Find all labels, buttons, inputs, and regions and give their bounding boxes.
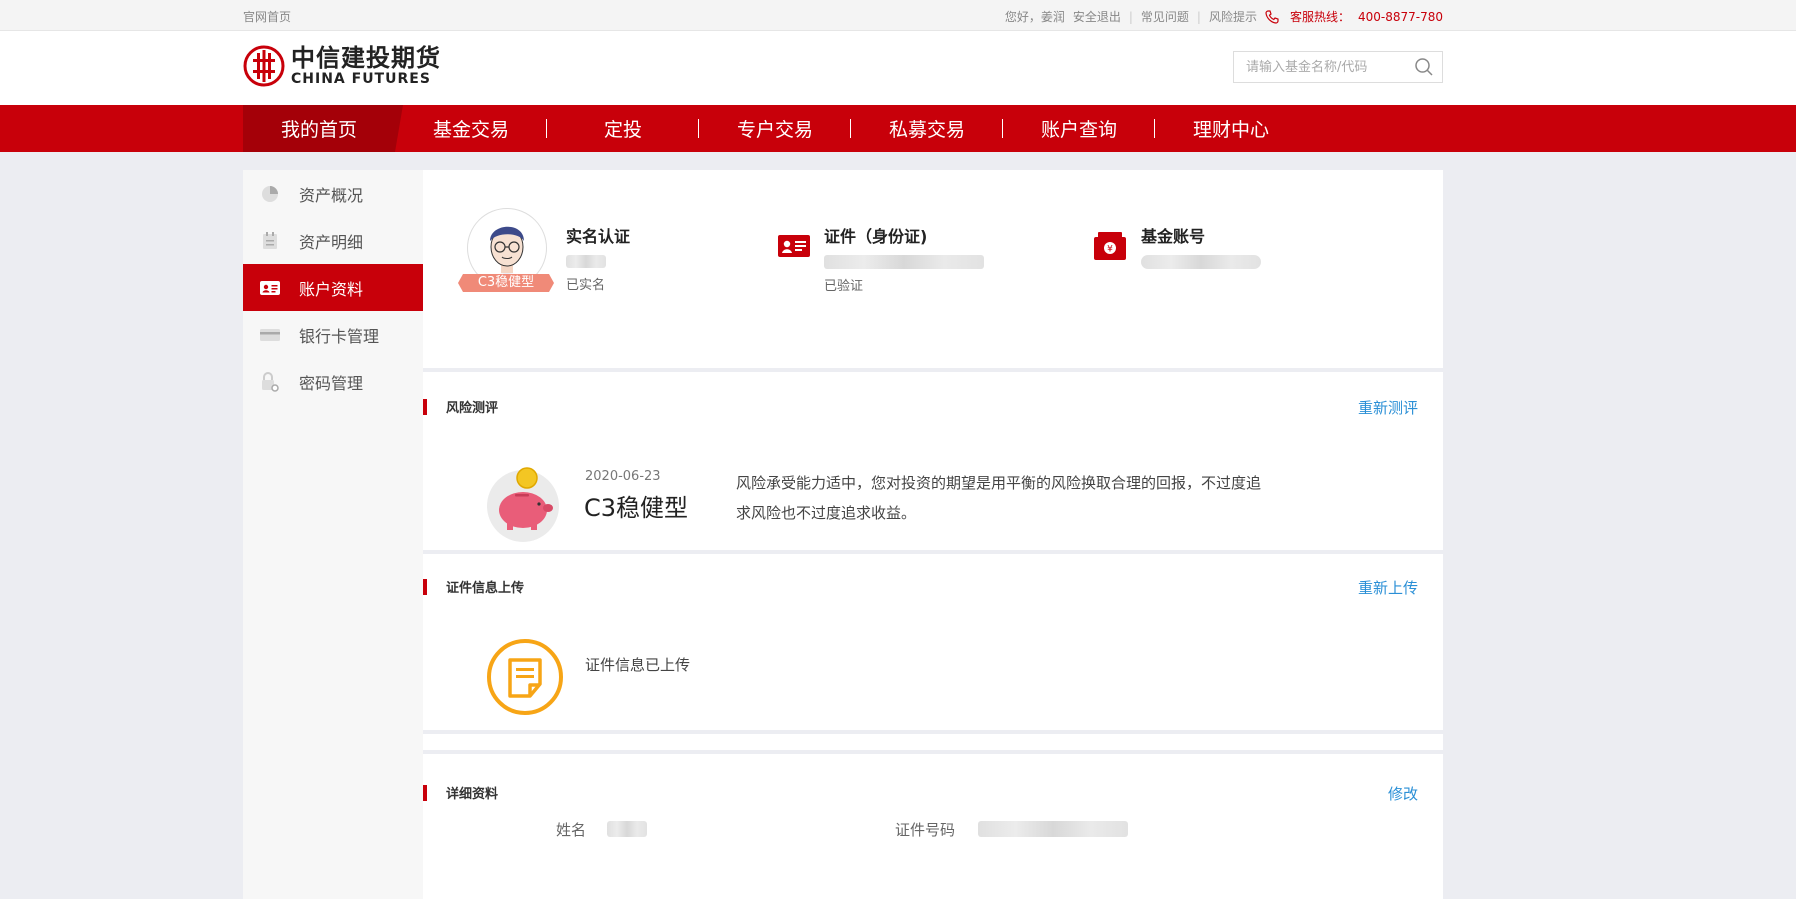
nav-home[interactable]: 我的首页 <box>243 105 403 152</box>
content-panel: C3稳健型 实名认证 已实名 证件（身份证) 已验证 ¥ 基金账号 风险测评 重… <box>423 170 1443 899</box>
pie-chart-icon <box>257 182 283 206</box>
risk-date: 2020-06-23 <box>585 469 661 484</box>
realname-status: 已实名 <box>566 278 606 293</box>
nav-account-trading[interactable]: 专户交易 <box>699 105 851 152</box>
nav-label: 基金交易 <box>432 119 509 141</box>
sidebar-item-bank-card[interactable]: 银行卡管理 <box>243 311 423 358</box>
id-document-title: 证件（身份证) <box>824 227 928 246</box>
upload-section-title: 证件信息上传 <box>423 577 524 596</box>
realname-block: 实名认证 已实名 <box>566 223 630 293</box>
risk-tips-link[interactable]: 风险提示 <box>1209 8 1257 25</box>
notepad-icon <box>257 229 283 253</box>
fund-account-title: 基金账号 <box>1141 227 1206 246</box>
reupload-link[interactable]: 重新上传 <box>1358 577 1418 598</box>
risk-description-line: 风险承受能力适中，您对投资的期望是用平衡的风险换取合理的回报，不过度追 <box>736 474 1262 492</box>
id-number-masked-value <box>978 821 1128 837</box>
id-document-masked-value <box>824 255 984 269</box>
risk-description-line: 求风险也不过度追求收益。 <box>736 504 917 522</box>
nav-fixed-investment[interactable]: 定投 <box>547 105 699 152</box>
phone-icon <box>1265 9 1279 24</box>
risk-description: 风险承受能力适中，您对投资的期望是用平衡的风险换取合理的回报，不过度追 求风险也… <box>736 468 1261 528</box>
separator: | <box>1196 9 1201 24</box>
id-card-icon <box>778 235 810 257</box>
fund-search-box <box>1233 51 1443 83</box>
lock-icon <box>257 370 283 394</box>
logo-english-name: CHINA FUTURES <box>291 71 431 87</box>
section-title-text: 证件信息上传 <box>446 581 525 596</box>
id-document-status: 已验证 <box>824 279 864 294</box>
piggy-bank-icon <box>487 467 559 542</box>
name-label: 姓名 <box>556 821 587 839</box>
fund-search-input[interactable] <box>1244 58 1408 76</box>
fund-account-icon: ¥ <box>1094 232 1126 260</box>
main-area: 资产概况 资产明细 账户资料 银行卡管理 密码管理 C3稳健型 实名认证 已实名… <box>243 170 1443 899</box>
details-section-title: 详细资料 <box>423 783 498 802</box>
nav-label: 私募交易 <box>888 119 965 141</box>
section-marker <box>423 398 427 415</box>
nav-private-trading[interactable]: 私募交易 <box>851 105 1003 152</box>
id-card-icon <box>257 276 283 300</box>
hotline: 客服热线： 400-8877-780 <box>1265 8 1443 25</box>
sidebar-item-label: 银行卡管理 <box>299 326 380 346</box>
sidebar-item-label: 密码管理 <box>299 373 364 393</box>
nav-label: 我的首页 <box>280 119 357 141</box>
bank-card-icon <box>257 323 283 347</box>
realname-title: 实名认证 <box>566 227 631 246</box>
id-document-block: 证件（身份证) 已验证 <box>824 223 984 294</box>
site-header: 中信建投期货 CHINA FUTURES <box>0 31 1796 105</box>
profile-summary-card: C3稳健型 实名认证 已实名 证件（身份证) 已验证 ¥ 基金账号 <box>423 170 1443 368</box>
nav-label: 理财中心 <box>1192 119 1269 141</box>
fund-account-block: 基金账号 <box>1141 223 1261 269</box>
sidebar-item-label: 资产概况 <box>299 185 364 205</box>
faq-link[interactable]: 常见问题 <box>1141 8 1189 25</box>
hotline-label: 客服热线： <box>1289 10 1350 24</box>
sidebar-item-label: 资产明细 <box>299 232 364 252</box>
top-utility-bar: 官网首页 您好，姜润 安全退出 | 常见问题 | 风险提示 客服热线： 400-… <box>0 0 1796 31</box>
account-detail-card: 风险测评 重新测评 2020-06-23 C3稳健型 风险承受能力适中，您对投资… <box>423 372 1443 750</box>
nav-label: 专户交易 <box>736 119 813 141</box>
svg-text:¥: ¥ <box>1107 245 1113 255</box>
sidebar: 资产概况 资产明细 账户资料 银行卡管理 密码管理 <box>243 170 423 899</box>
risk-level-ribbon: C3稳健型 <box>458 274 554 292</box>
main-nav: 我的首页 基金交易 定投 专户交易 私募交易 账户查询 理财中心 <box>0 105 1796 152</box>
upload-status: 证件信息已上传 <box>585 656 691 674</box>
section-divider <box>423 730 1443 734</box>
logo-chinese-name: 中信建投期货 <box>291 43 441 72</box>
sidebar-item-asset-overview[interactable]: 资产概况 <box>243 170 423 217</box>
nav-account-query[interactable]: 账户查询 <box>1003 105 1155 152</box>
edit-details-link[interactable]: 修改 <box>1388 783 1418 804</box>
sidebar-item-account-info[interactable]: 账户资料 <box>243 264 423 311</box>
risk-level: C3稳健型 <box>584 494 689 522</box>
retest-risk-link[interactable]: 重新测评 <box>1358 397 1418 418</box>
name-masked-value <box>607 821 647 837</box>
id-number-label: 证件号码 <box>895 821 956 839</box>
detail-info-card: 详细资料 修改 姓名 证件号码 <box>423 754 1443 899</box>
section-marker <box>423 578 427 595</box>
fund-account-masked-value <box>1141 255 1261 269</box>
search-icon[interactable] <box>1414 57 1434 77</box>
nav-label: 账户查询 <box>1040 119 1117 141</box>
nav-fund-trading[interactable]: 基金交易 <box>395 105 547 152</box>
section-marker <box>423 784 427 801</box>
nav-label: 定投 <box>603 119 642 141</box>
hotline-number: 400-8877-780 <box>1357 9 1443 24</box>
separator: | <box>1128 9 1133 24</box>
citic-logo-icon <box>243 45 285 87</box>
nav-wealth-center[interactable]: 理财中心 <box>1155 105 1307 152</box>
section-title-text: 详细资料 <box>446 787 499 802</box>
user-greeting: 您好，姜润 <box>1004 10 1065 24</box>
section-divider <box>423 550 1443 554</box>
official-home-link[interactable]: 官网首页 <box>243 8 291 25</box>
sidebar-item-asset-detail[interactable]: 资产明细 <box>243 217 423 264</box>
user-avatar: C3稳健型 <box>458 208 554 298</box>
risk-section-title: 风险测评 <box>423 397 498 416</box>
sidebar-item-label: 账户资料 <box>299 279 364 299</box>
brand-logo[interactable]: 中信建投期货 CHINA FUTURES <box>243 45 441 87</box>
sidebar-item-password[interactable]: 密码管理 <box>243 358 423 405</box>
realname-masked-value <box>566 255 606 268</box>
section-title-text: 风险测评 <box>446 401 499 416</box>
logout-link[interactable]: 安全退出 <box>1073 8 1121 25</box>
document-icon <box>487 639 563 715</box>
